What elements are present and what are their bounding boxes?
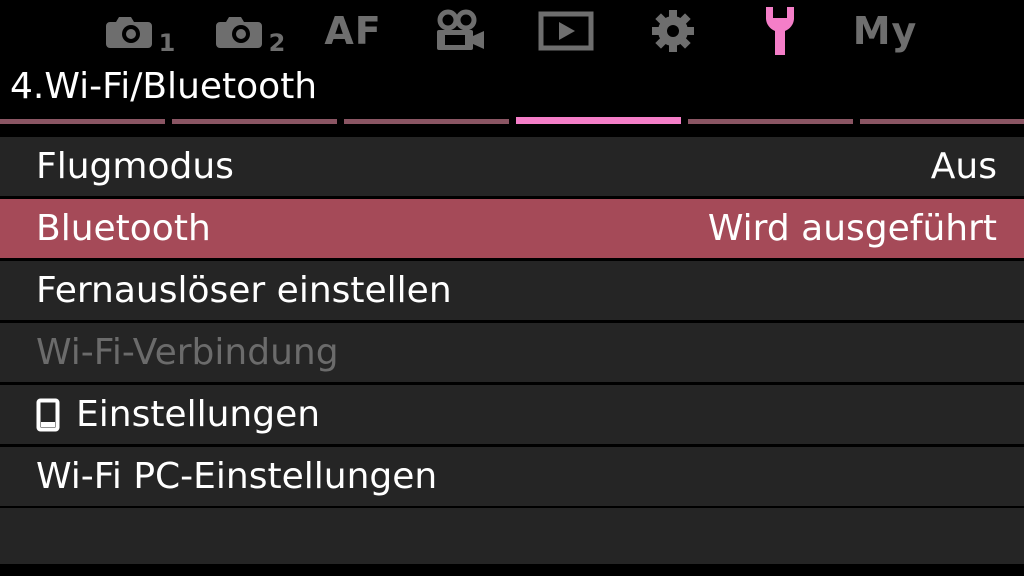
movie-camera-icon xyxy=(437,9,484,50)
page-segment-5 xyxy=(688,119,853,124)
menu-tab-bar: 1 2 AF My xyxy=(0,0,1024,62)
tab-af-menu[interactable]: AF xyxy=(318,4,388,58)
tab-video-menu[interactable] xyxy=(425,4,495,58)
menu-item-bluetooth[interactable]: Bluetooth Wird ausgeführt xyxy=(0,199,1024,258)
menu-item-smartphone-einstellungen[interactable]: Einstellungen xyxy=(0,385,1024,444)
wrench-icon xyxy=(766,7,794,55)
page-indicator xyxy=(0,117,1024,125)
camera-icon xyxy=(215,17,262,48)
page-title: 4.Wi-Fi/Bluetooth xyxy=(10,66,318,107)
play-icon xyxy=(538,11,594,51)
menu-list: Flugmodus Aus Bluetooth Wird ausgeführt … xyxy=(0,137,1024,509)
tab-shooting-menu-1[interactable]: 1 xyxy=(100,4,180,58)
menu-item-wifi-verbindung: Wi-Fi-Verbindung xyxy=(0,323,1024,382)
menu-item-label: Wi-Fi PC-Einstellungen xyxy=(36,456,438,497)
menu-item-wifi-pc-einstellungen[interactable]: Wi-Fi PC-Einstellungen xyxy=(0,447,1024,506)
menu-item-value: Aus xyxy=(930,146,997,187)
menu-item-label: Fernauslöser einstellen xyxy=(36,270,452,311)
gear-icon xyxy=(652,10,694,52)
smartphone-icon xyxy=(36,398,60,431)
menu-item-label: Einstellungen xyxy=(76,394,321,435)
page-segment-4 xyxy=(516,117,681,124)
page-segment-6 xyxy=(860,119,1024,124)
tab-subscript: 2 xyxy=(268,29,286,57)
menu-item-value: Wird ausgeführt xyxy=(707,208,997,249)
page-segment-2 xyxy=(172,119,337,124)
page-segment-1 xyxy=(0,119,165,124)
tab-setup-menu[interactable] xyxy=(745,4,815,58)
camera-icon xyxy=(105,17,152,48)
tab-custom-menu[interactable] xyxy=(638,4,708,58)
menu-item-label: Flugmodus xyxy=(36,146,234,187)
menu-item-flugmodus[interactable]: Flugmodus Aus xyxy=(0,137,1024,196)
my-tab-label: My xyxy=(852,9,918,53)
tab-shooting-menu-2[interactable]: 2 xyxy=(210,4,290,58)
page-segment-3 xyxy=(344,119,509,124)
tab-playback-menu[interactable] xyxy=(531,4,601,58)
tab-my-menu[interactable]: My xyxy=(845,4,925,58)
menu-item-label-group: Einstellungen xyxy=(36,394,320,435)
af-tab-label: AF xyxy=(324,9,382,53)
empty-menu-row xyxy=(0,508,1024,564)
tab-subscript: 1 xyxy=(158,29,176,57)
menu-item-fernausloeser[interactable]: Fernauslöser einstellen xyxy=(0,261,1024,320)
menu-item-label: Wi-Fi-Verbindung xyxy=(36,332,339,373)
menu-item-label: Bluetooth xyxy=(36,208,211,249)
